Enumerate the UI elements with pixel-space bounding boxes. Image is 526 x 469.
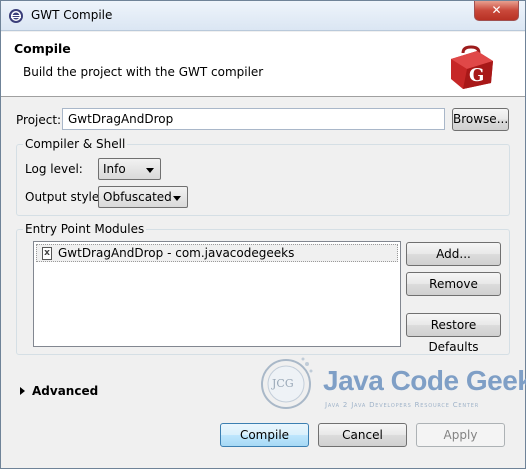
output-style-label: Output style: (25, 190, 104, 204)
dialog-header: Compile Build the project with the GWT c… (1, 32, 525, 97)
list-item[interactable]: x GwtDragAndDrop - com.javacodegeeks (36, 244, 398, 262)
remove-button[interactable]: Remove (406, 272, 501, 296)
log-level-label: Log level: (25, 162, 83, 176)
compiler-shell-group-label: Compiler & Shell (23, 137, 128, 151)
chevron-down-icon (146, 168, 154, 173)
list-item-label: GwtDragAndDrop - com.javacodegeeks (58, 246, 295, 260)
browse-button[interactable]: Browse... (452, 108, 509, 131)
cancel-button[interactable]: Cancel (318, 423, 407, 447)
header-title: Compile (14, 41, 71, 56)
expand-triangle-icon[interactable] (20, 387, 25, 395)
log-level-select[interactable]: Info (98, 158, 161, 180)
chevron-down-icon (173, 196, 181, 201)
compiler-shell-group (16, 144, 510, 216)
eclipse-icon (9, 9, 23, 23)
jcg-badge-text: JCG (272, 377, 294, 390)
entry-point-modules-group-label: Entry Point Modules (23, 222, 147, 236)
compile-button[interactable]: Compile (220, 423, 309, 447)
restore-defaults-button[interactable]: Restore Defaults (406, 313, 501, 354)
header-description: Build the project with the GWT compiler (23, 65, 264, 79)
project-input[interactable] (62, 108, 445, 130)
project-label: Project: (16, 113, 62, 127)
gwt-module-icon: x (42, 247, 52, 260)
gwt-toolbox-icon: G (451, 45, 493, 89)
advanced-label[interactable]: Advanced (32, 384, 98, 398)
log-level-value: Info (103, 162, 126, 176)
java-code-geeks-watermark: JCG Java Code Geeks Java 2 Java Develope… (253, 351, 526, 417)
gwt-compile-dialog: GWT Compile ✕ Compile Build the project … (0, 0, 526, 469)
svg-text:G: G (469, 65, 484, 86)
apply-button[interactable]: Apply (416, 423, 505, 447)
watermark-brand: Java Code Geeks (323, 365, 526, 396)
watermark-tagline: Java 2 Java Developers Resource Center (325, 401, 479, 409)
output-style-select[interactable]: Obfuscated (98, 186, 188, 208)
window-title: GWT Compile (31, 8, 113, 22)
output-style-value: Obfuscated (103, 190, 172, 204)
entry-point-list[interactable]: x GwtDragAndDrop - com.javacodegeeks (33, 241, 401, 347)
title-bar[interactable]: GWT Compile ✕ (1, 1, 525, 31)
add-button[interactable]: Add... (406, 242, 501, 266)
close-button[interactable]: ✕ (474, 1, 519, 21)
